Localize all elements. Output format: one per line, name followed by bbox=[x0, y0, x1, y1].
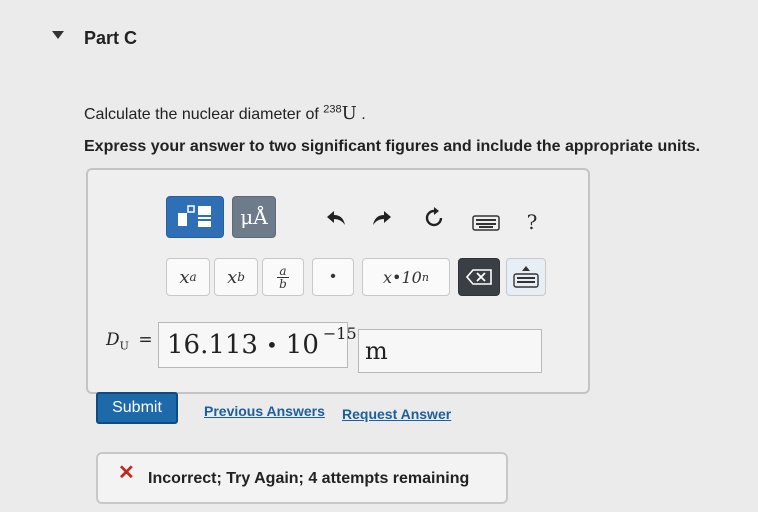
isotope-mass: 238 bbox=[323, 103, 342, 116]
superscript-button[interactable]: xa bbox=[166, 258, 210, 296]
value-base: 10 bbox=[285, 330, 319, 360]
question-prefix: Calculate the nuclear diameter of bbox=[84, 106, 324, 123]
reset-icon[interactable] bbox=[422, 206, 446, 230]
part-title: Part C bbox=[84, 28, 138, 48]
templates-button[interactable] bbox=[166, 196, 224, 238]
subscript-sub: b bbox=[237, 270, 245, 284]
variable-name: D bbox=[106, 330, 120, 350]
redo-icon[interactable] bbox=[370, 206, 394, 230]
scientific-notation-button[interactable]: x•10 n bbox=[362, 258, 450, 296]
sci-notation-label: x•10 bbox=[383, 267, 422, 287]
superscript-base: x bbox=[179, 266, 190, 288]
equals-sign: = bbox=[138, 330, 153, 350]
fraction-button[interactable]: a b bbox=[262, 258, 304, 296]
fraction-numerator: a bbox=[279, 263, 287, 278]
question-suffix: . bbox=[361, 106, 366, 123]
backspace-button[interactable] bbox=[458, 258, 500, 296]
question-text: Calculate the nuclear diameter of 238U . bbox=[84, 103, 366, 124]
previous-answers-link[interactable]: Previous Answers bbox=[204, 403, 325, 419]
value-input[interactable]: 16.113 • 10 −15 bbox=[158, 322, 357, 368]
value-times: • bbox=[265, 333, 278, 357]
keyboard-toggle-icon bbox=[513, 266, 539, 288]
element-symbol: U bbox=[341, 103, 357, 124]
incorrect-icon: ✕ bbox=[118, 462, 135, 484]
unit-input[interactable]: m bbox=[358, 329, 542, 373]
units-button[interactable]: μÅ bbox=[232, 196, 276, 238]
answer-variable: DU = bbox=[106, 330, 153, 352]
help-button[interactable]: ? bbox=[522, 210, 542, 234]
dot-button[interactable]: • bbox=[312, 258, 354, 296]
value-exponent: −15 bbox=[322, 323, 357, 343]
undo-icon[interactable] bbox=[324, 206, 348, 230]
value-mantissa: 16.113 bbox=[167, 330, 258, 360]
subscript-base: x bbox=[227, 266, 238, 288]
instruction-text: Express your answer to two significant f… bbox=[84, 138, 701, 155]
keyboard-toggle-button[interactable] bbox=[506, 258, 546, 296]
superscript-exp: a bbox=[189, 270, 197, 284]
unit-value: m bbox=[365, 337, 388, 365]
submit-button[interactable]: Submit bbox=[96, 392, 178, 424]
collapse-caret-icon[interactable] bbox=[52, 31, 64, 39]
backspace-icon bbox=[466, 269, 492, 285]
sci-notation-exp: n bbox=[421, 270, 429, 284]
keyboard-icon[interactable] bbox=[472, 214, 500, 232]
fraction-denominator: b bbox=[279, 276, 287, 291]
subscript-button[interactable]: xb bbox=[214, 258, 258, 296]
request-answer-link[interactable]: Request Answer bbox=[342, 406, 451, 422]
feedback-message: Incorrect; Try Again; 4 attempts remaini… bbox=[148, 470, 470, 487]
templates-icon bbox=[178, 205, 211, 227]
variable-subscript: U bbox=[119, 339, 129, 353]
